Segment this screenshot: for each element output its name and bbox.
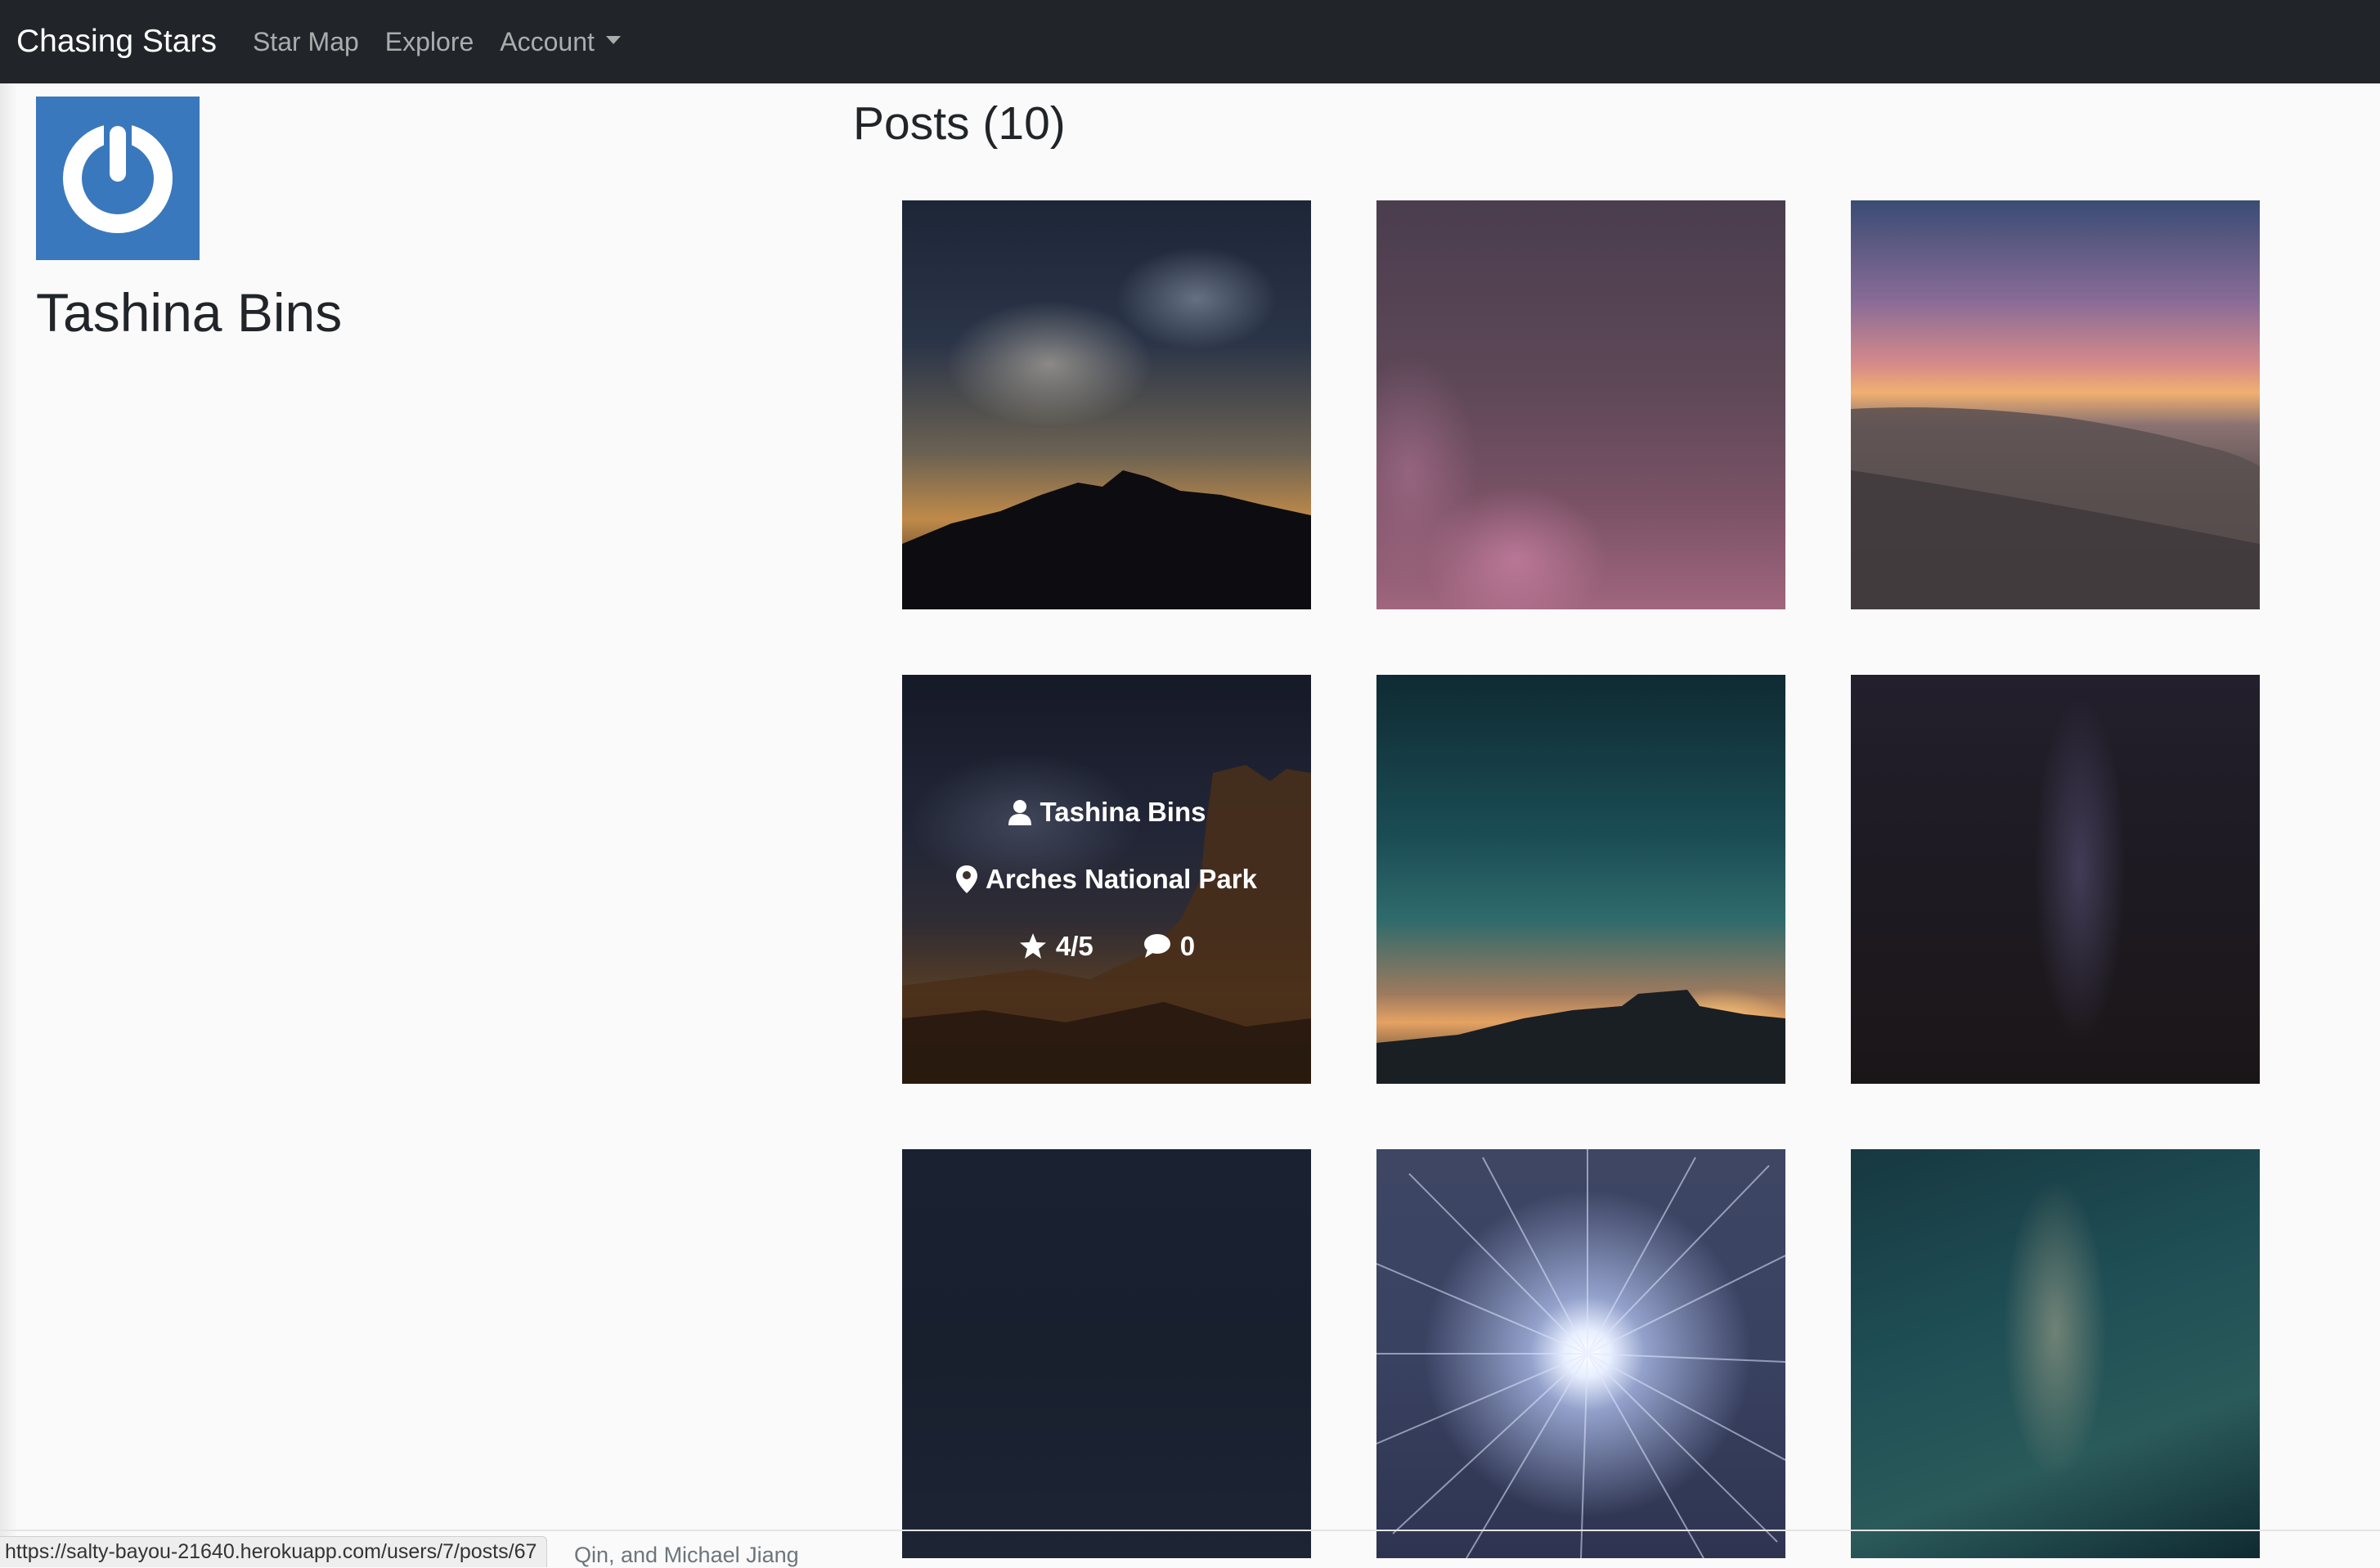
nav-link-star-map[interactable]: Star Map <box>253 27 359 57</box>
footer-credits: Qin, and Michael Jiang <box>574 1543 799 1567</box>
post-thumbnail[interactable] <box>1851 1149 2260 1558</box>
half-dome-silhouette <box>1376 990 1785 1084</box>
mountain-silhouette <box>902 470 1311 609</box>
left-edge-shadow <box>0 83 18 1567</box>
post-comment-count: 0 <box>1179 931 1196 961</box>
post-thumbnail[interactable] <box>1376 1149 1785 1558</box>
brand-link[interactable]: Chasing Stars <box>16 24 217 60</box>
avatar <box>36 97 200 260</box>
post-thumbnail[interactable] <box>902 200 1311 609</box>
posts-heading: Posts (10) <box>853 97 1066 150</box>
account-label: Account <box>500 26 595 56</box>
post-thumbnail[interactable] <box>1851 675 2260 1084</box>
footer-divider <box>0 1530 2380 1531</box>
post-thumbnail[interactable] <box>1376 675 1785 1084</box>
post-thumbnail[interactable] <box>1376 200 1785 609</box>
post-thumbnail[interactable]: Tashina Bins Arches National Park 4/5 0 <box>902 675 1311 1084</box>
starburst-lines <box>1376 1149 1785 1558</box>
caret-down-icon <box>605 36 621 45</box>
post-hover-overlay: Tashina Bins Arches National Park 4/5 0 <box>902 675 1311 1084</box>
power-icon <box>63 118 173 233</box>
status-bar-url: https://salty-bayou-21640.herokuapp.com/… <box>0 1536 548 1567</box>
map-pin-icon <box>956 865 978 893</box>
dune-shape <box>1851 407 2260 609</box>
nav-link-explore[interactable]: Explore <box>385 27 474 57</box>
comment-icon <box>1143 934 1170 958</box>
star-icon <box>1019 933 1046 959</box>
post-location: Arches National Park <box>986 864 1257 894</box>
user-icon <box>1008 800 1031 825</box>
navbar: Chasing Stars Star Map Explore Account <box>0 0 2380 83</box>
account-dropdown[interactable]: Account <box>500 27 621 57</box>
post-author: Tashina Bins <box>1040 797 1206 827</box>
post-thumbnail[interactable] <box>902 1149 1311 1558</box>
post-thumbnail[interactable] <box>1851 200 2260 609</box>
post-rating: 4/5 <box>1055 931 1093 961</box>
profile-name: Tashina Bins <box>36 282 343 343</box>
